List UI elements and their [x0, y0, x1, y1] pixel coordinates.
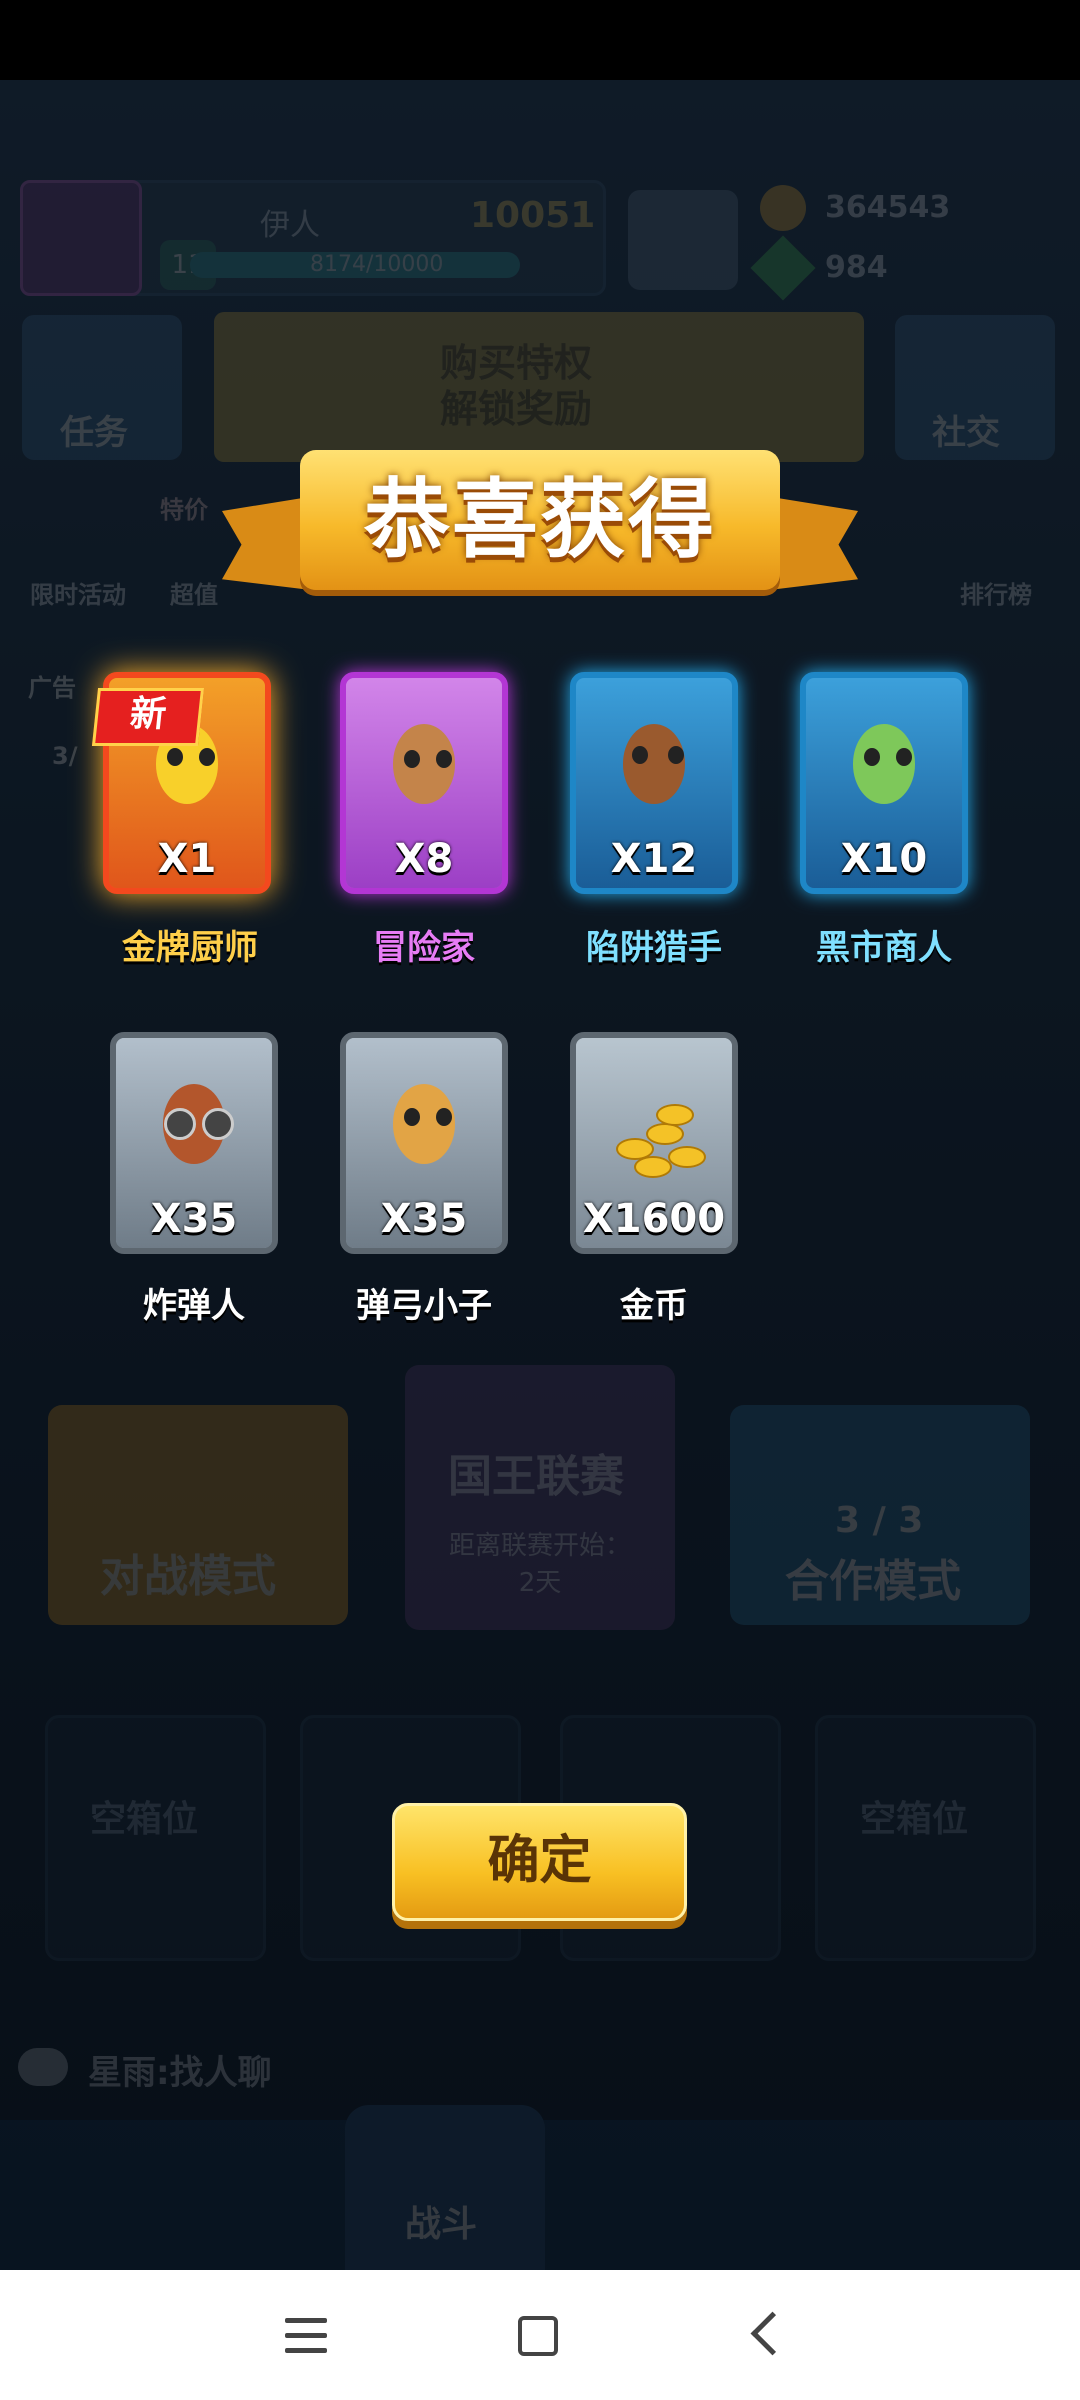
menu-icon[interactable]: [285, 2318, 327, 2354]
coin-icon: [646, 1123, 684, 1145]
character-eye: [404, 1108, 420, 1126]
confirm-button[interactable]: 确定: [392, 1803, 687, 1921]
reward-card-black-market-merchant: X10: [800, 672, 968, 894]
reward-qty: X8: [394, 836, 454, 882]
reward-qty: X12: [610, 836, 698, 882]
reward-name: 黑市商人: [816, 928, 952, 968]
dialog-title: 恭喜获得: [364, 470, 716, 570]
character-eye: [632, 746, 648, 764]
character-eye: [896, 748, 912, 766]
reward-name: 金牌厨师: [122, 928, 258, 968]
reward-qty: X1: [157, 836, 217, 882]
character-eye: [436, 750, 452, 768]
reward-name: 陷阱猎手: [586, 928, 722, 968]
reward-card-bomber: X35: [110, 1032, 278, 1254]
reward-qty: X35: [380, 1196, 468, 1242]
reward-qty: X10: [840, 836, 928, 882]
coin-icon: [634, 1156, 672, 1178]
reward-name: 金币: [620, 1286, 688, 1326]
reward-name: 冒险家: [373, 928, 475, 968]
character-eye: [864, 748, 880, 766]
character-eye: [199, 748, 215, 766]
reward-name: 炸弹人: [143, 1286, 245, 1326]
character-eye: [404, 750, 420, 768]
goggle-icon: [202, 1108, 234, 1140]
coin-icon: [668, 1146, 706, 1168]
character-eye: [668, 746, 684, 764]
home-icon[interactable]: [518, 2316, 558, 2356]
reward-qty: X35: [150, 1196, 238, 1242]
character-eye: [167, 748, 183, 766]
new-badge: 新: [91, 688, 205, 746]
reward-card-coins: X1600: [570, 1032, 738, 1254]
coin-icon: [656, 1104, 694, 1126]
goggle-icon: [164, 1108, 196, 1140]
reward-name: 弹弓小子: [356, 1286, 492, 1326]
character-face: [622, 724, 686, 804]
reward-card-adventurer: X8: [340, 672, 508, 894]
character-eye: [436, 1108, 452, 1126]
status-bar: [0, 0, 1080, 80]
reward-card-slingshot-kid: X35: [340, 1032, 508, 1254]
reward-card-trap-hunter: X12: [570, 672, 738, 894]
reward-qty: X1600: [582, 1196, 726, 1242]
